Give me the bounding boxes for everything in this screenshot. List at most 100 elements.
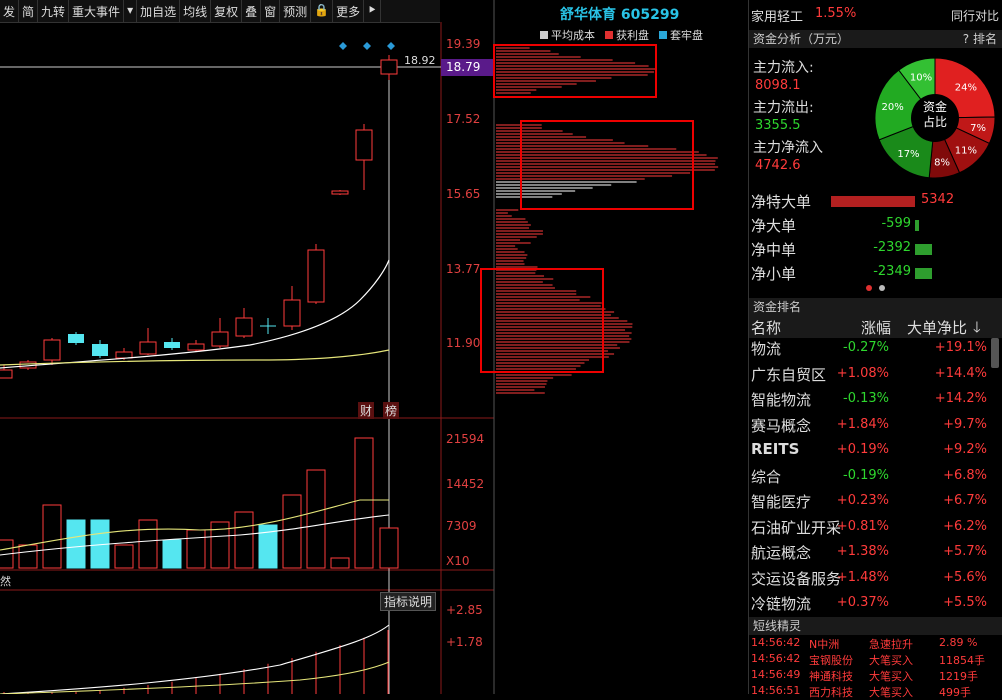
ranking-row[interactable]: 广东自贸区 +1.08% +14.4% (749, 364, 989, 389)
ranking-name: 物流 (751, 338, 781, 359)
ranking-row[interactable]: 智能医疗 +0.23% +6.7% (749, 491, 989, 516)
col-net-ratio[interactable]: 大单净比 (907, 317, 967, 338)
volume-bar-5 (115, 545, 133, 568)
peer-compare-button[interactable]: 同行对比 (951, 7, 999, 24)
ranking-change: -0.13% (843, 391, 889, 406)
candle-body (356, 130, 372, 160)
indicator-tab[interactable]: 然 (0, 573, 11, 589)
ranking-net-ratio: +14.2% (935, 391, 987, 406)
main-net-label: 主力净流入 (753, 137, 823, 157)
feed-row[interactable]: 14:56:42 N中洲 急速拉升 2.89 % (749, 636, 1002, 652)
feed-value: 11854手 (939, 652, 985, 668)
candlestick-series (0, 55, 397, 378)
ranking-change: +1.38% (837, 544, 889, 559)
fund-bar-value: 5342 (921, 192, 954, 207)
volume-bar-8 (187, 530, 205, 568)
feed-row[interactable]: 14:56:51 西力科技 大笔买入 499手 (749, 684, 1002, 700)
candle-body (68, 334, 84, 343)
col-change[interactable]: 涨幅 (861, 317, 891, 338)
feed-row[interactable]: 14:56:42 宝钢股份 大笔买入 11854手 (749, 652, 1002, 668)
legend-swatch-icon (659, 31, 667, 39)
chart-canvas[interactable] (0, 0, 748, 694)
ranking-change: +0.23% (837, 493, 889, 508)
ranking-row[interactable]: 航运概念 +1.38% +5.7% (749, 542, 989, 567)
candle-9 (212, 318, 228, 348)
candle-body (284, 300, 300, 326)
ranking-row[interactable]: 智能物流 -0.13% +14.2% (749, 389, 989, 414)
fund-bar-label: 净大单 (751, 215, 796, 236)
indicator-help-button[interactable]: 指标说明 (380, 592, 436, 611)
page-dot-active[interactable] (866, 285, 872, 291)
fund-analysis-header: 资金分析（万元）? 排名 (749, 30, 1002, 48)
candle-15 (356, 124, 372, 190)
badge-cai[interactable]: 财 (358, 402, 374, 419)
volume-bar-14 (331, 558, 349, 568)
ranking-row[interactable]: 交运设备服务 +1.48% +5.6% (749, 568, 989, 593)
sector-name[interactable]: 家用轻工 (751, 6, 803, 25)
candle-2 (44, 338, 60, 365)
candle-12 (284, 286, 300, 330)
ranking-name: 智能物流 (751, 389, 811, 410)
fund-bar (915, 244, 932, 255)
candle-body (44, 340, 60, 360)
legend-item: 套牢盘 (659, 27, 703, 43)
chip-distribution (496, 48, 718, 393)
page-dot[interactable] (879, 285, 885, 291)
badge-bang[interactable]: 榜 (383, 402, 399, 419)
legend-item: 获利盘 (605, 27, 649, 43)
ranking-column-header: 名称 涨幅 大单净比 🡓 (749, 316, 1002, 338)
sector-change: 1.55% (815, 6, 856, 21)
event-marker (363, 42, 371, 50)
rank-button[interactable]: ? 排名 (963, 30, 997, 48)
legend-swatch-icon (605, 31, 613, 39)
legend-item: 平均成本 (540, 27, 595, 43)
feed-row[interactable]: 14:56:49 神通科技 大笔买入 1219手 (749, 668, 1002, 684)
main-inflow-value: 8098.1 (755, 78, 801, 93)
candle-6 (140, 328, 156, 355)
candle-8 (188, 340, 204, 352)
main-net-value: 4742.6 (755, 158, 801, 173)
ranking-scrollbar[interactable] (991, 338, 999, 368)
col-name[interactable]: 名称 (751, 317, 781, 338)
candle-13 (308, 244, 324, 304)
donut-label-4: 17% (897, 149, 919, 160)
volume-bar-15 (355, 438, 373, 568)
candle-body (308, 250, 324, 302)
legend-swatch-icon (540, 31, 548, 39)
ranking-row[interactable]: 综合 -0.19% +6.8% (749, 466, 989, 491)
fund-bar (915, 220, 919, 231)
ranking-row[interactable]: 石油矿业开采 +0.81% +6.2% (749, 517, 989, 542)
ranking-row[interactable]: 冷链物流 +0.37% +5.5% (749, 593, 989, 618)
ranking-name: 石油矿业开采 (751, 517, 841, 538)
price-axis-label-current: 18.79 (446, 60, 480, 74)
indicator-series (4, 630, 388, 694)
high-price-marker: 18.92 (404, 54, 436, 67)
fund-bar-value: -599 (881, 216, 911, 231)
ranking-change: +0.37% (837, 595, 889, 610)
candle-body (188, 344, 204, 350)
ranking-net-ratio: +19.1% (935, 340, 987, 355)
volume-bar-13 (307, 470, 325, 568)
fund-bar (915, 268, 932, 279)
candle-body (332, 191, 348, 194)
ranking-change: +0.19% (837, 442, 889, 457)
ranking-row[interactable]: 赛马概念 +1.84% +9.7% (749, 415, 989, 440)
price-axis-label: 17.52 (446, 112, 480, 126)
ranking-name: 广东自贸区 (751, 364, 826, 385)
ranking-name: 冷链物流 (751, 593, 811, 614)
volume-bar-12 (283, 495, 301, 568)
candle-10 (236, 308, 252, 338)
feed-stock: 宝钢股份 (809, 652, 853, 668)
fund-bar-label: 净中单 (751, 239, 796, 260)
donut-label-3: 8% (934, 157, 950, 168)
fund-bar-row: 净中单 -2392 (749, 238, 1002, 260)
feed-stock: 西力科技 (809, 684, 853, 700)
candle-body (116, 352, 132, 358)
ranking-net-ratio: +5.6% (943, 570, 987, 585)
ranking-row[interactable]: REITS +0.19% +9.2% (749, 440, 989, 465)
ranking-row[interactable]: 物流 -0.27% +19.1% (749, 338, 989, 363)
donut-label-2: 11% (955, 145, 977, 156)
ranking-change: -0.19% (843, 468, 889, 483)
feed-value: 2.89 % (939, 636, 977, 649)
candle-11 (260, 318, 276, 334)
